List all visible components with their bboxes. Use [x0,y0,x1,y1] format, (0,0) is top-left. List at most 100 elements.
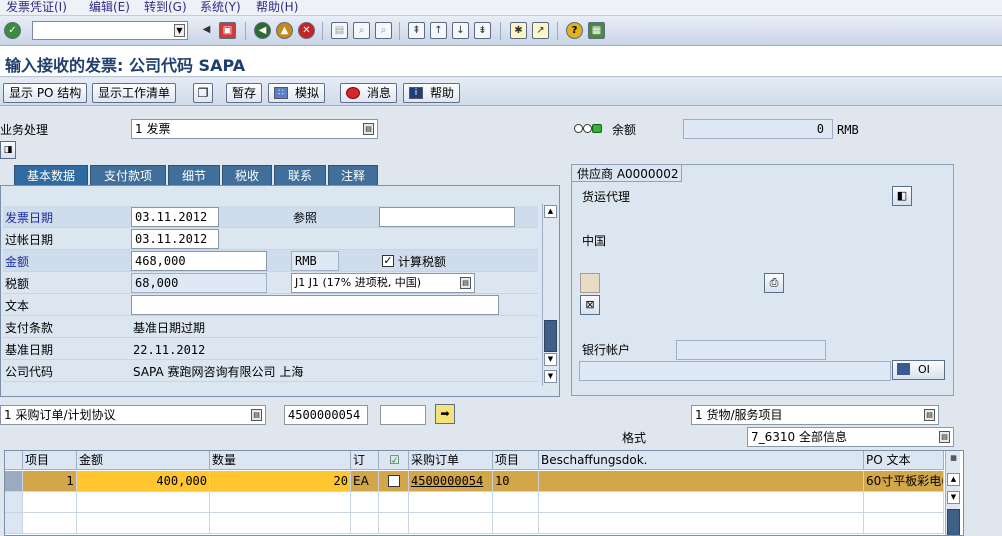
menu-edit[interactable]: 编辑(E) [89,0,130,16]
delete-vendor-icon[interactable]: ⊠ [580,295,600,315]
calc-tax-checkbox[interactable]: ✓ [382,255,394,267]
menu-invoice-document[interactable]: 发票凭证(I) [6,0,67,16]
text-field[interactable] [131,295,499,315]
tab-notes[interactable]: 注释 [328,165,378,185]
dropdown-arrow-icon[interactable]: ▤ [460,277,471,289]
tax-amount-field[interactable]: 68,000 [131,273,267,293]
vendor-panel: 供应商 A0000002 ◧ 货运代理 中国 ⎙ ⊠ 银行帐户 OI [571,164,954,396]
cell-po-item: 10 [493,471,539,492]
dropdown-arrow-icon[interactable]: ▼ [174,24,185,37]
reference-field[interactable] [379,207,515,227]
payment-terms-value: 基准日期过期 [133,321,206,335]
print-icon[interactable]: ▤ [331,22,348,39]
scroll-up-icon[interactable]: ▲ [947,473,960,486]
show-po-structure-button[interactable]: 显示 PO 结构 [3,83,88,103]
scroll-thumb[interactable] [947,509,960,535]
amount-field[interactable]: 468,000 [131,251,267,271]
vendor-detail-icon[interactable]: ◧ [892,186,912,206]
company-code-label: 公司代码 [5,365,54,379]
simulate-button[interactable]: ∷ 模拟 [268,83,326,103]
help-button[interactable]: i 帮助 [403,83,461,103]
cell-amount[interactable]: 400,000 [77,471,210,492]
messages-button[interactable]: 消息 [340,83,398,103]
cell-select[interactable] [379,471,409,492]
column-header-select-icon[interactable]: ☑ [379,451,409,470]
find-next-icon[interactable]: ⌕ [375,22,392,39]
column-header-quantity[interactable]: 数量 [210,451,351,470]
edit-vendor-icon[interactable] [580,273,600,293]
scroll-down-icon[interactable]: ▼ [544,370,557,383]
last-page-icon[interactable]: ⇟ [474,22,491,39]
column-header-order-unit[interactable]: 订 [351,451,379,470]
shortcut-icon[interactable]: ↗ [532,22,549,39]
tax-label: 税额 [5,277,30,291]
enter-check-icon[interactable]: ✓ [4,22,21,39]
open-items-button[interactable]: OI [892,360,945,380]
layout-type-select[interactable]: 1 货物/服务项目 ▤ [691,405,939,425]
cancel-icon[interactable]: ✕ [298,22,315,39]
scroll-down-icon[interactable]: ▼ [947,491,960,504]
open-items-icon [897,363,910,375]
scroll-thumb[interactable] [544,320,557,352]
info-icon: i [409,87,423,99]
dropdown-arrow-icon[interactable]: ▤ [939,431,950,443]
find-icon[interactable]: ⌕ [353,22,370,39]
format-select[interactable]: 7_6310 全部信息 ▤ [747,427,954,447]
column-header-item[interactable]: 项目 [23,451,77,470]
dropdown-arrow-icon[interactable]: ▤ [363,123,374,135]
save-icon[interactable]: ▣ [219,22,236,39]
invoice-date-field[interactable]: 03.11.2012 [131,207,219,227]
collapse-arrow-icon[interactable]: ◀ [198,22,215,39]
layout-menu-icon[interactable]: ▦ [588,22,605,39]
po-item-field[interactable] [380,405,426,425]
po-number-field[interactable]: 4500000054 [284,405,368,425]
column-header-po-text[interactable]: PO 文本 [864,451,944,470]
calc-tax-label: 计算税额 [398,255,447,269]
reference-doc-type-select[interactable]: 1 采购订单/计划协议 ▤ [0,405,266,425]
folder-tree-icon[interactable]: ◨ [0,141,16,159]
help-icon[interactable]: ? [566,22,583,39]
transaction-select[interactable]: 1 发票 ▤ [131,119,378,139]
simulate-icon: ∷ [274,87,288,99]
command-field[interactable]: ▼ [32,21,188,40]
bank-account-field [676,340,826,360]
show-worklist-button[interactable]: 显示工作清单 [92,83,177,103]
tax-code-select[interactable]: J1 J1 (17% 进项税, 中国) ▤ [291,273,475,293]
document-icon[interactable]: ❐ [193,83,213,103]
scroll-down-icon[interactable]: ▼ [544,353,557,366]
table-scrollbar[interactable]: ▦ ▲ ▼ [945,451,960,535]
menu-help[interactable]: 帮助(H) [256,0,298,16]
row-selector[interactable] [5,471,23,492]
cell-po-text: 60寸平板彩电( [864,471,944,492]
next-page-icon[interactable]: ↓ [452,22,469,39]
column-header-amount[interactable]: 金额 [77,451,210,470]
tab-tax[interactable]: 税收 [222,165,272,185]
tab-contact[interactable]: 联系 [274,165,326,185]
transfer-arrow-icon[interactable]: ➡ [435,404,455,424]
new-session-icon[interactable]: ✱ [510,22,527,39]
previous-page-icon[interactable]: ↑ [430,22,447,39]
menu-goto[interactable]: 转到(G) [144,0,187,16]
first-page-icon[interactable]: ⇞ [408,22,425,39]
tab-payment[interactable]: 支付款项 [90,165,166,185]
hold-button[interactable]: 暂存 [226,83,263,103]
dropdown-arrow-icon[interactable]: ▤ [251,409,262,421]
panel-scrollbar[interactable]: ▲ ▼ ▼ [542,204,557,386]
item-checkbox[interactable] [388,475,400,487]
print-vendor-icon[interactable]: ⎙ [764,273,784,293]
menu-system[interactable]: 系统(Y) [200,0,241,16]
cell-po-link[interactable]: 4500000054 [409,471,493,492]
scroll-up-icon[interactable]: ▲ [544,205,557,218]
column-settings-icon[interactable]: ▦ [947,453,960,466]
dropdown-arrow-icon[interactable]: ▤ [924,409,935,421]
column-header-procurement-doc[interactable]: Beschaffungsdok. [539,451,864,470]
cell-procurement-doc [539,471,864,492]
back-icon[interactable]: ◀ [254,22,271,39]
column-header-po[interactable]: 采购订单 [409,451,493,470]
tab-basic-data[interactable]: 基本数据 [14,165,88,185]
exit-icon[interactable]: ▲ [276,22,293,39]
posting-date-field[interactable]: 03.11.2012 [131,229,219,249]
column-header-po-item[interactable]: 项目 [493,451,539,470]
cell-quantity[interactable]: 20 [210,471,351,492]
tab-details[interactable]: 细节 [168,165,220,185]
